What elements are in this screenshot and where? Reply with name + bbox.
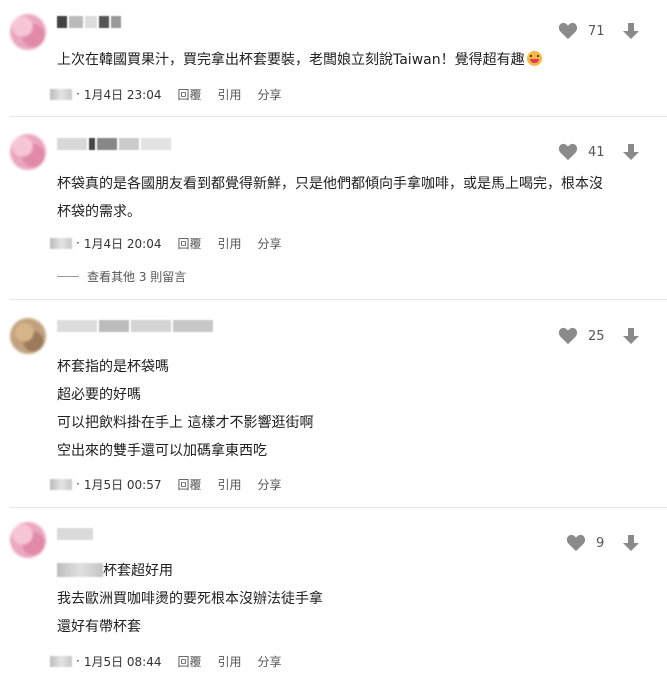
like-group: 71 [558,22,640,40]
timestamp: 1月5日 00:57 [83,477,162,492]
share-button[interactable]: 分享 [258,86,282,103]
quote-button[interactable]: 引用 [218,653,242,670]
view-more-replies[interactable]: 查看其他 3 則留言 [57,268,186,285]
comment-text: 杯套指的是杯袋嗎 超必要的好嗎 可以把飲料掛在手上 這樣才不影響逛街啊 空出來的… [57,353,313,465]
quote-button[interactable]: 引用 [218,476,242,493]
comment-line: 杯袋真的是各國朋友看到都覺得新鮮，只是他們都傾向手拿咖啡，或是馬上喝完，根本沒 [57,176,603,192]
comment-line: 杯套超好用 [103,563,173,579]
comment-meta: · 1月4日 23:04 回覆 引用 分享 [50,85,298,103]
heart-icon[interactable] [558,22,578,40]
like-count: 71 [588,23,605,39]
avatar[interactable] [10,522,46,558]
mention-blur [57,563,103,577]
comment-text: 杯套超好用 我去歐洲買咖啡燙的要死根本沒辦法徒手拿 還好有帶杯套 [57,557,323,641]
reply-button[interactable]: 回覆 [178,476,202,493]
floor-number [50,655,72,667]
comment-text: 杯袋真的是各國朋友看到都覺得新鮮，只是他們都傾向手拿咖啡，或是馬上喝完，根本沒 … [57,170,603,226]
arrow-down-icon[interactable] [622,534,640,552]
author-name[interactable] [57,320,213,332]
avatar[interactable] [10,318,46,354]
comment-meta: · 1月4日 20:04 回覆 引用 分享 [50,234,298,252]
reply-button[interactable]: 回覆 [178,653,202,670]
comment-line: 杯袋的需求。 [57,204,141,220]
divider [10,116,667,117]
comment-line: 杯套指的是杯袋嗎 [57,359,169,375]
comment-meta: · 1月5日 08:44 回覆 引用 分享 [50,652,298,670]
like-count: 41 [588,144,605,160]
like-count: 9 [596,535,605,551]
floor-number [50,237,72,249]
author-name[interactable] [57,528,93,540]
author-name[interactable] [57,138,171,150]
floor-number [50,478,72,490]
comment-meta: · 1月5日 00:57 回覆 引用 分享 [50,475,298,493]
divider [10,507,667,508]
like-count: 25 [588,328,605,344]
floor-number [50,88,72,100]
comment-line: 上次在韓國買果汁，買完拿出杯套要裝，老闆娘立刻說Taiwan！覺得超有趣 [57,52,525,68]
arrow-down-icon[interactable] [622,22,640,40]
like-group: 25 [558,327,640,345]
share-button[interactable]: 分享 [258,653,282,670]
view-more-replies-label: 查看其他 3 則留言 [87,270,187,284]
share-button[interactable]: 分享 [258,476,282,493]
reply-button[interactable]: 回覆 [178,235,202,252]
divider [10,299,667,300]
avatar[interactable] [10,134,46,170]
timestamp: 1月4日 20:04 [83,236,162,251]
reply-button[interactable]: 回覆 [178,86,202,103]
timestamp: 1月4日 23:04 [83,87,162,102]
like-group: 41 [558,143,640,161]
timestamp: 1月5日 08:44 [83,654,162,669]
heart-icon[interactable] [558,143,578,161]
heart-icon[interactable] [558,327,578,345]
arrow-down-icon[interactable] [622,143,640,161]
avatar[interactable] [10,14,46,50]
quote-button[interactable]: 引用 [218,235,242,252]
share-button[interactable]: 分享 [258,235,282,252]
heart-icon[interactable] [566,534,586,552]
comment-line: 可以把飲料掛在手上 這樣才不影響逛街啊 [57,415,314,431]
author-name[interactable] [57,16,121,28]
arrow-down-icon[interactable] [622,327,640,345]
comment-line: 還好有帶杯套 [57,619,141,635]
like-group: 9 [566,534,640,552]
grinning-face-emoji [526,51,542,66]
comment-line: 超必要的好嗎 [57,387,141,403]
comment-line: 空出來的雙手還可以加碼拿東西吃 [57,443,267,459]
comment-text: 上次在韓國買果汁，買完拿出杯套要裝，老闆娘立刻說Taiwan！覺得超有趣 [57,46,542,74]
quote-button[interactable]: 引用 [218,86,242,103]
comment-line: 我去歐洲買咖啡燙的要死根本沒辦法徒手拿 [57,591,323,607]
